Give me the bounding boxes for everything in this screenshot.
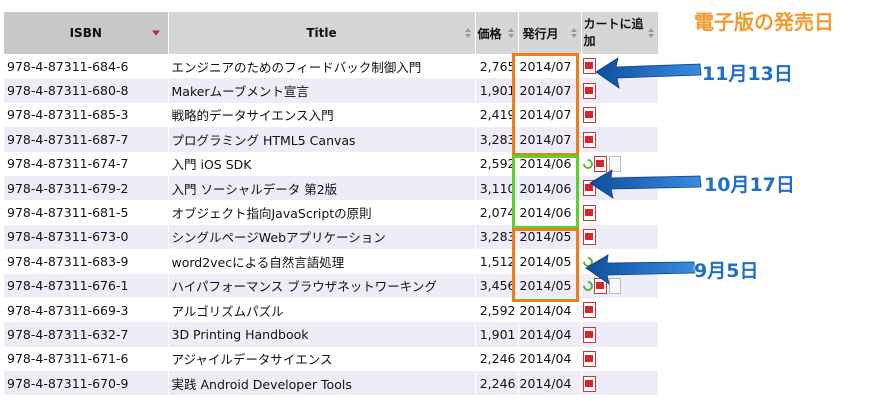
isbn-cell: 978-4-87311-680-8 xyxy=(4,78,169,103)
table-header-row: ISBN Title 価格 発行月 カートに追加 xyxy=(4,12,659,54)
cart-header-label: カートに追加 xyxy=(583,17,644,48)
sort-icon xyxy=(570,28,577,38)
cart-cell xyxy=(581,249,659,274)
title-cell[interactable]: アジャイルデータサイエンス xyxy=(168,346,476,372)
title-cell[interactable]: word2vecによる自然言語処理 xyxy=(168,249,476,274)
callout-jul: 11月13日 xyxy=(702,63,793,85)
sort-descending-icon xyxy=(151,30,160,36)
file-icon[interactable] xyxy=(608,277,621,294)
isbn-cell: 978-4-87311-681-5 xyxy=(4,200,169,225)
title-cell[interactable]: プログラミング HTML5 Canvas xyxy=(168,127,476,152)
epub-icon[interactable] xyxy=(581,255,595,270)
title-cell[interactable]: Makerムーブメント宣言 xyxy=(168,78,476,103)
title-cell[interactable]: 入門 iOS SDK xyxy=(168,151,476,176)
isbn-header-label: ISBN xyxy=(69,26,102,40)
cart-cell xyxy=(581,322,659,347)
title-cell[interactable]: 実践 Android Developer Tools xyxy=(168,371,476,396)
isbn-column-header[interactable]: ISBN xyxy=(4,12,169,54)
pdf-icon[interactable] xyxy=(582,204,596,221)
date-cell: 2014/04 xyxy=(518,346,582,372)
isbn-cell: 978-4-87311-679-2 xyxy=(4,175,169,201)
highlight-box-2014-05 xyxy=(512,228,579,302)
price-cell: 2,246 xyxy=(475,346,519,372)
isbn-cell: 978-4-87311-684-6 xyxy=(4,54,169,79)
pdf-icon[interactable] xyxy=(582,375,596,392)
table-row: 978-4-87311-671-6 アジャイルデータサイエンス 2,246 2014/… xyxy=(4,346,659,372)
highlight-box-2014-07 xyxy=(512,53,579,156)
cart-cell xyxy=(581,175,659,201)
callout-jun: 10月17日 xyxy=(704,174,795,196)
isbn-cell: 978-4-87311-685-3 xyxy=(4,102,169,128)
pdf-icon[interactable] xyxy=(593,277,607,294)
title-cell[interactable]: 戦略的データサイエンス入門 xyxy=(168,102,476,128)
isbn-cell: 978-4-87311-671-6 xyxy=(4,346,169,372)
cart-cell xyxy=(581,346,659,372)
date-cell: 2014/04 xyxy=(518,371,582,396)
isbn-cell: 978-4-87311-632-7 xyxy=(4,322,169,347)
pdf-icon[interactable] xyxy=(593,156,607,172)
pdf-icon[interactable] xyxy=(582,131,596,148)
sort-icon xyxy=(647,28,654,38)
title-cell[interactable]: 入門 ソーシャルデータ 第2版 xyxy=(168,175,476,201)
price-column-header[interactable]: 価格 xyxy=(475,12,519,54)
pdf-icon[interactable] xyxy=(582,107,596,124)
isbn-cell: 978-4-87311-669-3 xyxy=(4,297,169,323)
isbn-cell: 978-4-87311-674-7 xyxy=(4,151,169,176)
cart-cell xyxy=(581,102,659,128)
title-cell[interactable]: アルゴリズムパズル xyxy=(168,297,476,323)
annotation-heading: 電子版の発売日 xyxy=(694,10,834,34)
pdf-icon[interactable] xyxy=(582,180,596,197)
title-column-header[interactable]: Title xyxy=(168,12,476,54)
highlight-box-2014-06 xyxy=(512,155,579,229)
title-cell[interactable]: オブジェクト指向JavaScriptの原則 xyxy=(168,200,476,225)
cart-cell xyxy=(581,224,659,250)
price-cell: 2,246 xyxy=(475,371,519,396)
date-cell: 2014/04 xyxy=(518,322,582,347)
sort-icon xyxy=(464,28,471,38)
pdf-icon[interactable] xyxy=(582,351,596,368)
title-header-label: Title xyxy=(306,26,337,40)
cart-cell xyxy=(581,127,659,152)
price-cell: 1,901 xyxy=(475,322,519,347)
pdf-icon[interactable] xyxy=(582,302,596,319)
table-row: 978-4-87311-632-7 3D Printing Handbook 1,9… xyxy=(4,322,659,347)
cart-cell xyxy=(581,200,659,225)
cart-cell xyxy=(581,371,659,396)
pdf-icon[interactable] xyxy=(582,326,596,343)
cart-cell xyxy=(581,151,659,176)
cart-cell xyxy=(581,297,659,323)
callout-may: 9月5日 xyxy=(694,260,759,282)
isbn-cell: 978-4-87311-673-0 xyxy=(4,224,169,250)
isbn-cell: 978-4-87311-683-9 xyxy=(4,249,169,274)
title-cell[interactable]: 3D Printing Handbook xyxy=(168,322,476,347)
title-cell[interactable]: シングルページWebアプリケーション xyxy=(168,224,476,250)
cart-cell xyxy=(581,54,659,79)
pdf-icon[interactable] xyxy=(582,58,596,75)
file-icon[interactable] xyxy=(608,156,621,172)
isbn-cell: 978-4-87311-670-9 xyxy=(4,371,169,396)
cart-column-header[interactable]: カートに追加 xyxy=(581,12,659,54)
cart-cell xyxy=(581,78,659,103)
title-cell[interactable]: ハイパフォーマンス ブラウザネットワーキング xyxy=(168,273,476,298)
isbn-cell: 978-4-87311-687-7 xyxy=(4,127,169,152)
title-cell[interactable]: エンジニアのためのフィードバック制御入門 xyxy=(168,54,476,79)
isbn-cell: 978-4-87311-676-1 xyxy=(4,273,169,298)
sort-icon xyxy=(507,28,514,38)
table-row: 978-4-87311-670-9 実践 Android Developer To… xyxy=(4,371,659,396)
pdf-icon[interactable] xyxy=(582,229,596,246)
pdf-icon[interactable] xyxy=(582,82,596,99)
cart-cell xyxy=(581,273,659,298)
date-column-header[interactable]: 発行月 xyxy=(518,12,582,54)
